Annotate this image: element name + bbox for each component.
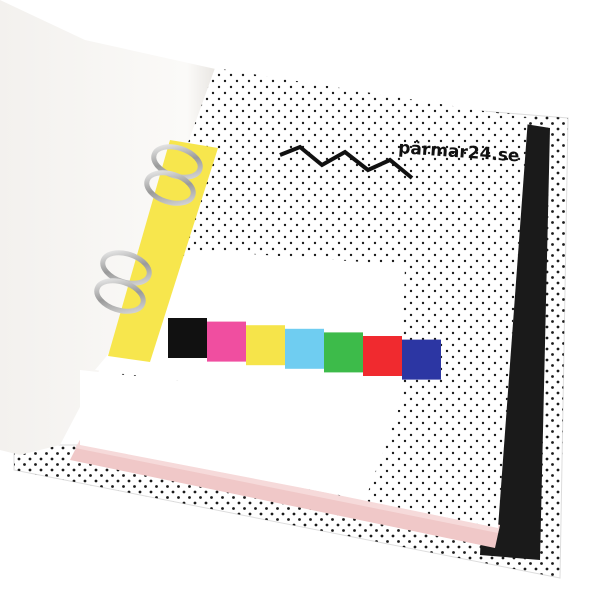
color-swatch-cyan <box>285 328 324 369</box>
color-swatch-blue <box>402 339 441 380</box>
color-swatch-yellow <box>246 325 285 366</box>
color-swatch-pink <box>207 321 246 362</box>
binder-photo: pärmar24.se <box>0 0 600 600</box>
color-swatch-black <box>168 318 207 358</box>
color-swatch-red <box>363 336 402 376</box>
color-swatch-green <box>324 332 363 373</box>
